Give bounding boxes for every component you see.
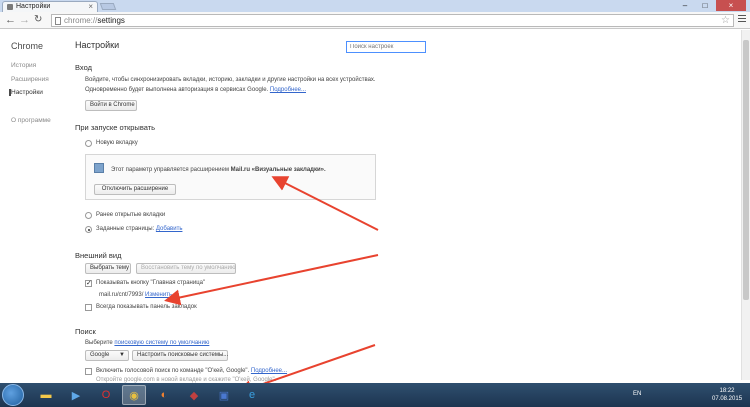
page-icon — [55, 17, 61, 25]
sidebar-item-history[interactable]: История — [11, 62, 36, 69]
firefox-icon[interactable]: ◐ — [152, 385, 176, 405]
radio-new-tab[interactable] — [85, 140, 92, 147]
radio-specific-pages-label: Заданные страницы: Добавить — [96, 226, 183, 232]
change-home-link[interactable]: Изменить — [145, 292, 172, 298]
url-text: chrome://settings — [64, 16, 125, 25]
default-engine-link[interactable]: поисковую систему по умолчанию — [114, 340, 209, 346]
extension-icon — [94, 163, 104, 173]
voice-search-checkbox[interactable] — [85, 368, 92, 375]
search-settings-input[interactable] — [346, 41, 426, 53]
signin-note: Одновременно будет выполнена авторизация… — [85, 87, 306, 93]
taskbar: ▬ ▶ O ◉ ◐ ◆ ▣ e EN 18:22 07.08.2015 — [0, 383, 750, 407]
internet-explorer-icon[interactable]: e — [240, 385, 264, 405]
appearance-heading: Внешний вид — [75, 251, 122, 260]
signin-heading: Вход — [75, 63, 92, 72]
sidebar: Chrome История Расширения Настройки О пр… — [0, 30, 70, 380]
sidebar-item-extensions[interactable]: Расширения — [11, 76, 49, 83]
show-home-label: Показывать кнопку "Главная страница" — [96, 280, 206, 286]
explorer-icon[interactable]: ▬ — [34, 385, 58, 405]
signin-button[interactable]: Войти в Chrome — [85, 100, 137, 111]
search-engine-select[interactable]: Google ▼ — [85, 350, 129, 361]
extension-notice-text: Этот параметр управляется расширением Ma… — [111, 167, 326, 173]
manage-search-engines-button[interactable]: Настроить поисковые системы... — [132, 350, 228, 361]
disable-extension-button[interactable]: Отключить расширение — [94, 184, 176, 195]
new-tab-button[interactable] — [99, 3, 117, 10]
close-window-icon[interactable]: × — [716, 0, 746, 11]
close-tab-icon[interactable]: × — [88, 2, 93, 11]
title-bar: Настройки × – □ × — [0, 0, 750, 12]
opera-icon[interactable]: O — [94, 385, 118, 405]
show-home-checkbox[interactable]: ✓ — [85, 280, 92, 287]
show-bookmarks-checkbox[interactable] — [85, 304, 92, 311]
language-indicator[interactable]: EN — [633, 391, 641, 397]
maximize-icon[interactable]: □ — [695, 0, 715, 11]
chrome-icon[interactable]: ◉ — [122, 385, 146, 405]
home-url: mail.ru/cnt/7993/ Изменить — [99, 292, 173, 298]
voice-search-label: Включить голосовой поиск по команде "О'к… — [96, 368, 288, 374]
settings-favicon-icon — [7, 4, 13, 10]
reload-icon[interactable]: ↻ — [34, 14, 42, 26]
browser-toolbar: ← → ↻ chrome://settings ☆ — [0, 12, 750, 29]
minimize-icon[interactable]: – — [675, 0, 695, 11]
settings-main: Настройки Вход Войдите, чтобы синхронизи… — [70, 30, 740, 383]
page-title: Настройки — [75, 40, 120, 50]
reset-theme-button[interactable]: Восстановить тему по умолчанию — [136, 263, 236, 274]
extension-notice: Этот параметр управляется расширением Ma… — [85, 154, 376, 200]
sidebar-title: Chrome — [11, 41, 44, 51]
forward-arrow-icon[interactable]: → — [19, 14, 30, 26]
voice-more-link[interactable]: Подробнее... — [251, 368, 287, 374]
radio-new-tab-label: Новую вкладку — [96, 140, 138, 146]
search-description: Выберите поисковую систему по умолчанию — [85, 340, 210, 346]
floppy-icon[interactable]: ▣ — [212, 385, 236, 405]
show-bookmarks-label: Всегда показывать панель закладок — [96, 304, 197, 310]
tab-settings[interactable]: Настройки × — [2, 1, 98, 12]
bookmark-star-icon[interactable]: ☆ — [721, 15, 730, 26]
signin-description: Войдите, чтобы синхронизировать вкладки,… — [85, 77, 376, 83]
radio-specific-pages[interactable] — [85, 226, 92, 233]
sidebar-item-settings[interactable]: Настройки — [9, 89, 43, 96]
dropdown-arrow-icon: ▼ — [119, 352, 125, 358]
chrome-menu-icon[interactable] — [738, 15, 746, 24]
app-icon[interactable]: ◆ — [182, 385, 206, 405]
scroll-thumb[interactable] — [743, 40, 749, 300]
add-pages-link[interactable]: Добавить — [156, 226, 183, 232]
clock[interactable]: 18:22 07.08.2015 — [712, 387, 742, 403]
tab-title: Настройки — [16, 3, 51, 10]
address-bar[interactable]: chrome://settings ☆ — [51, 14, 734, 27]
windows-start-icon[interactable] — [2, 384, 24, 406]
media-player-icon[interactable]: ▶ — [64, 385, 88, 405]
sidebar-item-about[interactable]: О программе — [11, 117, 51, 124]
back-arrow-icon[interactable]: ← — [5, 14, 16, 26]
choose-theme-button[interactable]: Выбрать тему — [85, 263, 131, 274]
startup-heading: При запуске открывать — [75, 123, 156, 132]
scrollbar[interactable] — [741, 30, 750, 380]
radio-previous-tabs[interactable] — [85, 212, 92, 219]
search-heading: Поиск — [75, 327, 96, 336]
signin-more-link[interactable]: Подробнее... — [270, 87, 306, 93]
radio-previous-tabs-label: Ранее открытые вкладки — [96, 212, 166, 218]
